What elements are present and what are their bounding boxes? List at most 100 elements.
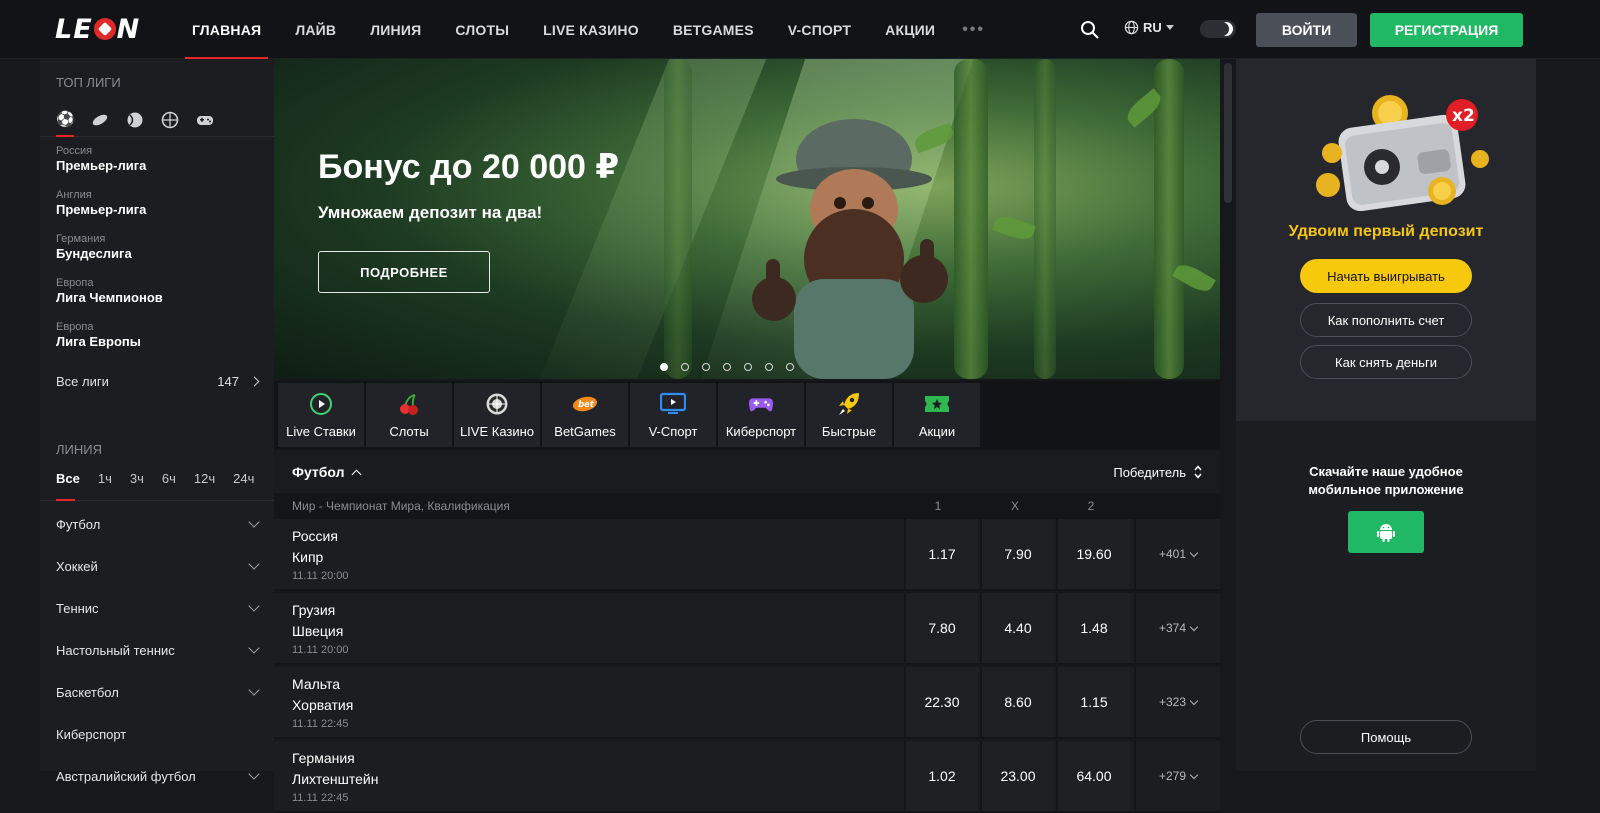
odd-draw[interactable]: 8.60 (980, 667, 1054, 737)
carousel-dot[interactable] (660, 363, 668, 371)
league-item[interactable]: Россия Премьер-лига (40, 137, 274, 181)
tile-esports[interactable]: Киберспорт (718, 383, 804, 447)
more-markets-button[interactable]: +323 (1134, 667, 1220, 737)
odd-home[interactable]: 1.02 (904, 741, 978, 811)
league-item[interactable]: Европа Лига Европы (40, 313, 274, 357)
match-teams: Мальта Хорватия (292, 674, 353, 716)
odd-draw[interactable]: 7.90 (980, 519, 1054, 589)
match-row[interactable]: Грузия Швеция 11.11 20:00 7.80 4.40 1.48 … (274, 593, 1220, 665)
how-to-deposit-button[interactable]: Как пополнить счет (1300, 303, 1472, 337)
search-icon[interactable] (1080, 20, 1100, 40)
right-panel: x2 Удвоим первый депозит Начать выигрыва… (1236, 59, 1536, 771)
period-all[interactable]: Все (56, 471, 80, 486)
sport-row-table-tennis[interactable]: Настольный теннис (40, 629, 274, 671)
tile-live-bets[interactable]: Live Ставки (278, 383, 364, 447)
nav-item-promos[interactable]: АКЦИИ (868, 0, 952, 59)
logo-text: LE N (55, 13, 141, 45)
all-leagues-link[interactable]: Все лиги 147 (40, 359, 274, 403)
league-item[interactable]: Европа Лига Чемпионов (40, 269, 274, 313)
tile-label: Live Ставки (286, 423, 356, 439)
sport-row-tennis[interactable]: Теннис (40, 587, 274, 629)
banner-details-button[interactable]: ПОДРОБНЕЕ (318, 251, 490, 293)
tile-label: BetGames (554, 423, 616, 439)
carousel-dot[interactable] (744, 363, 752, 371)
carousel-dot[interactable] (765, 363, 773, 371)
odd-away[interactable]: 1.15 (1056, 667, 1130, 737)
tile-fast-games[interactable]: Быстрые (806, 383, 892, 447)
period-12h[interactable]: 12ч (194, 471, 215, 486)
theme-toggle[interactable] (1200, 20, 1236, 38)
language-selector[interactable]: RU (1124, 20, 1174, 35)
nav-item-main[interactable]: ГЛАВНАЯ (175, 0, 278, 59)
android-download-button[interactable] (1348, 511, 1424, 553)
tile-vsport[interactable]: V-Спорт (630, 383, 716, 447)
match-row[interactable]: Мальта Хорватия 11.11 22:45 22.30 8.60 1.… (274, 667, 1220, 739)
more-markets-button[interactable]: +279 (1134, 741, 1220, 811)
top-header: LE N ГЛАВНАЯ ЛАЙВ ЛИНИЯ СЛОТЫ LIVE КАЗИНО… (0, 0, 1600, 59)
nav-item-vsport[interactable]: V-СПОРТ (771, 0, 868, 59)
carousel-dot[interactable] (723, 363, 731, 371)
sports-list: Футбол Хоккей Теннис Настольный теннис Б… (40, 501, 274, 797)
sport-label: Футбол (56, 516, 101, 532)
sport-row-basketball[interactable]: Баскетбол (40, 671, 274, 713)
more-menu-icon[interactable]: ••• (952, 0, 995, 59)
odd-away[interactable]: 1.48 (1056, 593, 1130, 663)
sport-row-aussie-football[interactable]: Австралийский футбол (40, 755, 274, 797)
column-header-2: 2 (1087, 499, 1095, 513)
how-to-withdraw-button[interactable]: Как снять деньги (1300, 345, 1472, 379)
period-24h[interactable]: 24ч (233, 471, 254, 486)
nav-item-betgames[interactable]: BETGAMES (656, 0, 771, 59)
nav-item-live[interactable]: ЛАЙВ (278, 0, 353, 59)
gamepad-icon[interactable] (196, 111, 214, 129)
period-3h[interactable]: 3ч (130, 471, 144, 486)
register-button[interactable]: РЕГИСТРАЦИЯ (1370, 13, 1523, 47)
carousel-dot[interactable] (681, 363, 689, 371)
odd-away[interactable]: 19.60 (1056, 519, 1130, 589)
nav-item-line[interactable]: ЛИНИЯ (353, 0, 438, 59)
odd-home[interactable]: 7.80 (904, 593, 978, 663)
carousel-dot[interactable] (702, 363, 710, 371)
nav-item-live-casino[interactable]: LIVE КАЗИНО (526, 0, 656, 59)
period-6h[interactable]: 6ч (162, 471, 176, 486)
logo-ball-icon (93, 17, 116, 40)
sport-row-football[interactable]: Футбол (40, 503, 274, 545)
odd-home[interactable]: 22.30 (904, 667, 978, 737)
tile-live-casino[interactable]: LIVE Казино (454, 383, 540, 447)
leon-logo[interactable]: LE N (55, 13, 141, 45)
odd-away[interactable]: 64.00 (1056, 741, 1130, 811)
column-header-1: 1 (934, 499, 942, 513)
period-1h[interactable]: 1ч (98, 471, 112, 486)
chevron-down-icon (1189, 770, 1199, 779)
match-row[interactable]: Россия Кипр 11.11 20:00 1.17 7.90 19.60 +… (274, 519, 1220, 591)
market-selector[interactable]: Победитель (1113, 465, 1202, 480)
tile-promos[interactable]: Акции (894, 383, 980, 447)
help-button[interactable]: Помощь (1300, 720, 1472, 754)
more-markets-button[interactable]: +374 (1134, 593, 1220, 663)
more-markets-button[interactable]: +401 (1134, 519, 1220, 589)
league-item[interactable]: Англия Премьер-лига (40, 181, 274, 225)
odd-home[interactable]: 1.17 (904, 519, 978, 589)
page-scrollbar[interactable] (1221, 59, 1235, 771)
sport-row-esports[interactable]: Киберспорт (40, 713, 274, 755)
tile-betgames[interactable]: bet BetGames (542, 383, 628, 447)
match-row[interactable]: Германия Лихтенштейн 11.11 22:45 1.02 23.… (274, 741, 1220, 813)
match-time: 11.11 20:00 (292, 644, 349, 656)
tennis-ball-icon[interactable] (126, 111, 144, 129)
carousel-dot[interactable] (786, 363, 794, 371)
sport-row-hockey[interactable]: Хоккей (40, 545, 274, 587)
promo-banner[interactable]: Бонус до 20 000 ₽ Умножаем депозит на дв… (274, 59, 1220, 379)
odd-draw[interactable]: 23.00 (980, 741, 1054, 811)
league-name: Премьер-лига (56, 158, 147, 173)
scrollbar-thumb[interactable] (1224, 63, 1232, 203)
login-button[interactable]: ВОЙТИ (1256, 13, 1357, 47)
events-header: Футбол Победитель (274, 451, 1220, 493)
nav-item-slots[interactable]: СЛОТЫ (438, 0, 526, 59)
league-item[interactable]: Германия Бундеслига (40, 225, 274, 269)
soccer-ball-icon[interactable]: ⚽ (56, 111, 75, 129)
odd-draw[interactable]: 4.40 (980, 593, 1054, 663)
hockey-puck-icon[interactable] (91, 111, 109, 129)
start-winning-button[interactable]: Начать выигрывать (1300, 259, 1472, 293)
sport-collapse-toggle[interactable]: Футбол (292, 464, 361, 480)
basketball-icon[interactable] (161, 111, 179, 129)
tile-slots[interactable]: Слоты (366, 383, 452, 447)
